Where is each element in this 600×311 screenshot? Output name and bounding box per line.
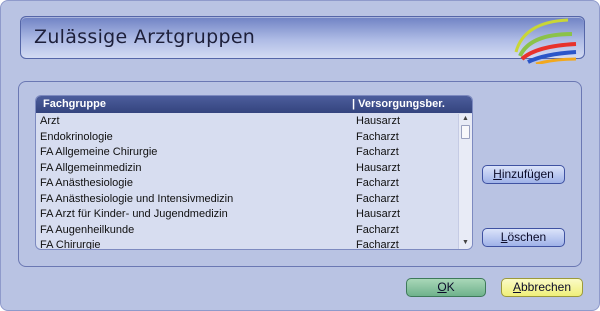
dialog-window: Zulässige Arztgruppen Fachgruppe | Verso…	[0, 0, 600, 311]
arztgruppen-list[interactable]: Fachgruppe | Versorgungsber. Arzt Hausarz…	[35, 95, 473, 250]
list-item[interactable]: FA Anästhesiologie Facharzt	[36, 176, 456, 192]
add-button[interactable]: Hinzufügen	[482, 165, 565, 184]
list-scrollbar[interactable]: ▲ ▼	[458, 114, 472, 249]
header-versorgungsbereich[interactable]: | Versorgungsber.	[352, 98, 445, 110]
list-item[interactable]: Arzt Hausarzt	[36, 114, 456, 130]
list-item[interactable]: FA Allgemeinmedizin Hausarzt	[36, 161, 456, 177]
scroll-up-arrow-icon[interactable]: ▲	[459, 114, 472, 124]
list-header: Fachgruppe | Versorgungsber.	[36, 96, 472, 113]
versorgung-cell: Hausarzt	[356, 208, 401, 220]
brand-swoosh-logo	[514, 18, 577, 64]
list-item[interactable]: FA Arzt für Kinder- und Jugendmedizin Hau…	[36, 207, 456, 223]
list-item[interactable]: Endokrinologie Facharzt	[36, 130, 456, 146]
versorgung-cell: Facharzt	[356, 192, 399, 205]
versorgung-cell: Hausarzt	[356, 115, 401, 127]
fachgruppe-cell: FA Chirurgie	[40, 239, 101, 250]
versorgung-cell: Facharzt	[356, 146, 399, 158]
fachgruppe-cell: Endokrinologie	[40, 130, 113, 143]
dialog-title: Zulässige Arztgruppen	[34, 26, 256, 48]
versorgung-cell: Facharzt	[356, 239, 399, 250]
delete-button[interactable]: Löschen	[482, 228, 565, 247]
fachgruppe-cell: Arzt	[40, 115, 60, 127]
list-item[interactable]: FA Augenheilkunde Facharzt	[36, 223, 456, 239]
fachgruppe-cell: FA Allgemeinmedizin	[40, 161, 142, 174]
versorgung-cell: Facharzt	[356, 130, 399, 143]
list-item[interactable]: FA Chirurgie Facharzt	[36, 238, 456, 250]
fachgruppe-cell: FA Anästhesiologie	[40, 177, 133, 189]
fachgruppe-cell: FA Anästhesiologie und Intensivmedizin	[40, 192, 234, 205]
title-bar: Zulässige Arztgruppen	[20, 16, 585, 64]
ok-button[interactable]: OK	[406, 278, 486, 297]
fachgruppe-cell: FA Augenheilkunde	[40, 223, 135, 236]
fachgruppe-cell: FA Arzt für Kinder- und Jugendmedizin	[40, 208, 228, 220]
scroll-thumb[interactable]	[461, 125, 470, 139]
cancel-button[interactable]: Abbrechen	[501, 278, 583, 297]
versorgung-cell: Facharzt	[356, 223, 399, 236]
scroll-down-arrow-icon[interactable]: ▼	[459, 238, 472, 248]
fachgruppe-cell: FA Allgemeine Chirurgie	[40, 146, 158, 158]
header-fachgruppe[interactable]: Fachgruppe	[43, 98, 106, 110]
versorgung-cell: Facharzt	[356, 177, 399, 189]
list-item[interactable]: FA Anästhesiologie und Intensivmedizin Fa…	[36, 192, 456, 208]
list-item[interactable]: FA Allgemeine Chirurgie Facharzt	[36, 145, 456, 161]
list-rows: Arzt Hausarzt Endokrinologie Facharzt FA A…	[36, 114, 456, 250]
versorgung-cell: Hausarzt	[356, 161, 401, 174]
